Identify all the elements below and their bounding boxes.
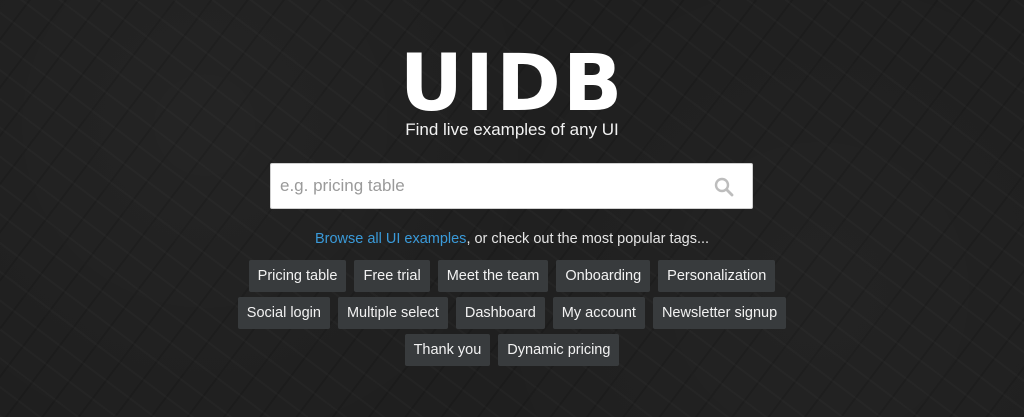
tag-pricing-table[interactable]: Pricing table [248,260,347,292]
tag-multiple-select[interactable]: Multiple select [337,297,448,329]
tag-onboarding[interactable]: Onboarding [556,260,651,292]
tag-personalization[interactable]: Personalization [658,260,776,292]
browse-rest-text: , or check out the most popular tags... [466,231,710,247]
tag-dashboard[interactable]: Dashboard [455,297,545,329]
tag-my-account[interactable]: My account [552,297,645,329]
tagline: Find live examples of any UI [405,120,619,139]
browse-line: Browse all UI examples, or check out the… [0,229,1024,249]
search-icon[interactable] [714,177,734,197]
browse-all-link[interactable]: Browse all UI examples [315,231,467,247]
tag-free-trial[interactable]: Free trial [354,260,430,292]
tag-newsletter-signup[interactable]: Newsletter signup [652,297,787,329]
tag-social-login[interactable]: Social login [237,297,330,329]
popular-tags: Pricing table Free trial Meet the team O… [200,260,824,366]
tag-meet-the-team[interactable]: Meet the team [437,260,549,292]
search-input[interactable] [271,164,701,208]
tag-thank-you[interactable]: Thank you [404,334,491,366]
tag-dynamic-pricing[interactable]: Dynamic pricing [498,334,620,366]
search-box [270,163,753,209]
site-logo: UIDB [399,39,625,129]
